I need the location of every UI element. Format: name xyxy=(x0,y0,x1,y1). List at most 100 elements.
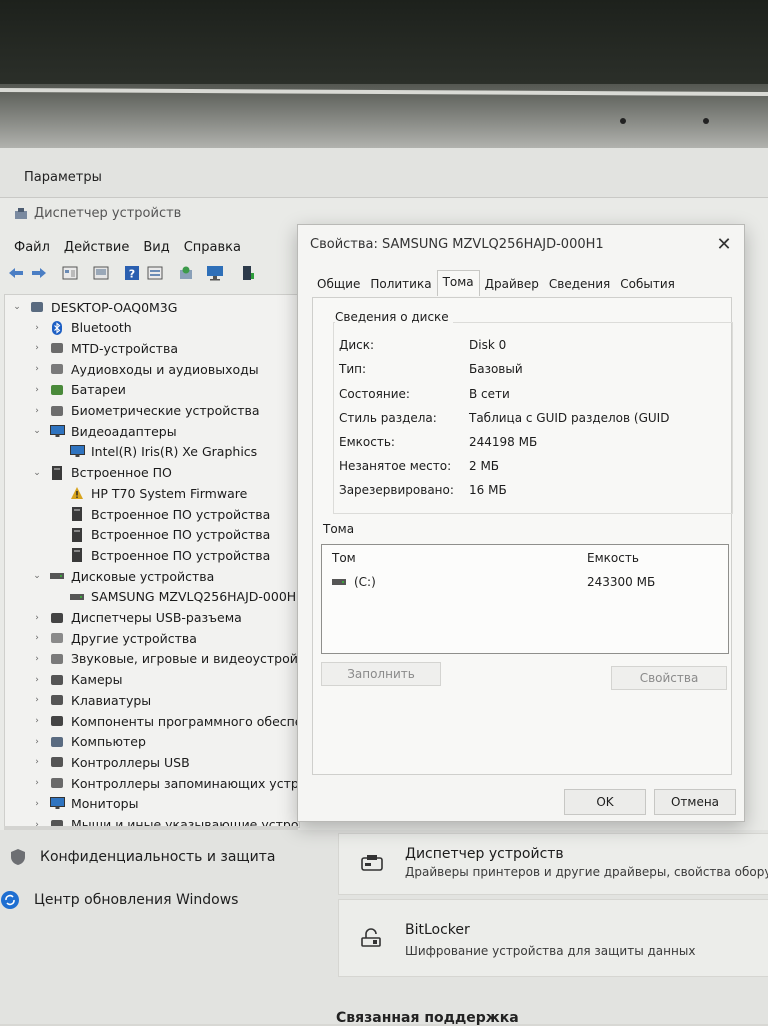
back-icon[interactable] xyxy=(6,264,26,282)
tree-item[interactable]: ⌄ Встроенное ПО xyxy=(31,463,172,483)
tree-item[interactable]: ⌄ Видеоадаптеры xyxy=(31,421,176,441)
tab-policy[interactable]: Политика xyxy=(365,273,436,299)
device-manager-title: Диспетчер устройств xyxy=(34,206,182,221)
tree-item[interactable]: Intel(R) Iris(R) Xe Graphics xyxy=(51,442,257,462)
tree-item[interactable]: › Bluetooth xyxy=(31,318,132,338)
disk-info-row: Стиль раздела: Таблица с GUID разделов (G… xyxy=(339,411,669,425)
bluetooth-icon xyxy=(49,320,65,336)
console-icon[interactable] xyxy=(91,264,111,282)
chevron-right-icon[interactable]: › xyxy=(31,364,43,374)
volumes-panel: Сведения о диске Диск: Disk 0 Тип: Базовый… xyxy=(312,297,733,775)
chevron-right-icon[interactable]: › xyxy=(31,385,43,395)
disk-info-key: Состояние: xyxy=(339,387,410,401)
tree-item[interactable]: › Контроллеры USB xyxy=(31,752,190,772)
disk-info-key: Стиль раздела: xyxy=(339,411,437,425)
volumes-list[interactable]: Том Емкость (C:) 243300 МБ xyxy=(321,544,729,654)
display-adapter-icon xyxy=(69,444,85,460)
monitor-icon[interactable] xyxy=(205,264,225,282)
tree-item[interactable]: › Биометрические устройства xyxy=(31,401,259,421)
volume-row-name[interactable]: (C:) xyxy=(332,575,376,589)
card-device-manager-desc: Драйверы принтеров и другие драйверы, св… xyxy=(405,865,768,879)
tree-item[interactable]: › Мониторы xyxy=(31,794,138,814)
tab-volumes[interactable]: Тома xyxy=(436,270,480,296)
tree-item[interactable]: › Компоненты программного обеспе xyxy=(31,711,299,731)
tab-driver[interactable]: Драйвер xyxy=(480,273,544,299)
nav-windows-update[interactable]: Центр обновления Windows xyxy=(0,890,238,910)
tree-item-label: Камеры xyxy=(71,672,123,688)
driver-icon[interactable] xyxy=(238,264,258,282)
scan-icon[interactable] xyxy=(176,264,196,282)
tree-item-label: Встроенное ПО xyxy=(71,465,172,481)
tree-item[interactable]: Встроенное ПО устройства xyxy=(51,504,270,524)
chevron-right-icon[interactable]: › xyxy=(31,613,43,623)
disk-info-key: Емкость: xyxy=(339,435,395,449)
forward-icon[interactable] xyxy=(29,264,49,282)
chevron-right-icon[interactable]: › xyxy=(31,778,43,788)
disk-info-label: Сведения о диске xyxy=(335,310,453,324)
chevron-right-icon[interactable]: › xyxy=(31,633,43,643)
tree-item[interactable]: HP T70 System Firmware xyxy=(51,483,247,503)
menu-action[interactable]: Действие xyxy=(64,240,129,255)
ok-button[interactable]: OK xyxy=(564,789,646,815)
tree-item[interactable]: › Камеры xyxy=(31,670,122,690)
tree-item[interactable]: › Другие устройства xyxy=(31,628,197,648)
chevron-right-icon[interactable]: › xyxy=(31,406,43,416)
chevron-down-icon[interactable]: ⌄ xyxy=(11,302,23,312)
disk-info-row: Незанятое место: 2 МБ xyxy=(339,459,499,473)
chevron-right-icon[interactable]: › xyxy=(31,716,43,726)
tree-item[interactable]: › Звуковые, игровые и видеоустройст xyxy=(31,649,299,669)
chevron-right-icon[interactable]: › xyxy=(31,323,43,333)
help-icon[interactable]: ? xyxy=(122,264,142,282)
tree-item[interactable]: ⌄ DESKTOP-OAQ0M3G xyxy=(11,297,177,317)
populate-button[interactable]: Заполнить xyxy=(321,662,441,686)
tree-item-label: Аудиовходы и аудиовыходы xyxy=(71,361,259,377)
tree-item-label: Диспетчеры USB-разъема xyxy=(71,610,242,625)
chevron-down-icon[interactable]: ⌄ xyxy=(31,426,43,436)
tree-item[interactable]: › Аудиовходы и аудиовыходы xyxy=(31,359,259,379)
cancel-button[interactable]: Отмена xyxy=(654,789,736,815)
menu-view[interactable]: Вид xyxy=(143,240,169,255)
chevron-down-icon[interactable]: ⌄ xyxy=(31,571,43,581)
properties-icon[interactable] xyxy=(60,264,80,282)
disk-info-value: 244198 МБ xyxy=(469,435,538,449)
chevron-right-icon[interactable]: › xyxy=(31,799,43,809)
close-icon[interactable]: ✕ xyxy=(704,229,744,259)
tree-item[interactable]: › Контроллеры запоминающих устро xyxy=(31,773,299,793)
disk-info-row: Емкость: 244198 МБ xyxy=(339,435,537,449)
chevron-right-icon[interactable]: › xyxy=(31,343,43,353)
volume-properties-button[interactable]: Свойства xyxy=(611,666,727,690)
column-capacity: Емкость xyxy=(587,551,639,565)
chevron-down-icon[interactable]: ⌄ xyxy=(31,468,43,478)
tree-item-label: Контроллеры USB xyxy=(71,754,190,770)
nav-update-label: Центр обновления Windows xyxy=(34,892,239,908)
card-device-manager[interactable]: Диспетчер устройств Драйверы принтеров и… xyxy=(338,833,768,895)
chevron-right-icon[interactable]: › xyxy=(31,654,43,664)
nav-privacy-security[interactable]: Конфиденциальность и защита xyxy=(8,847,275,867)
view-icon[interactable] xyxy=(145,264,165,282)
tree-item[interactable]: › Диспетчеры USB-разъема xyxy=(31,608,242,628)
chevron-right-icon[interactable]: › xyxy=(31,695,43,705)
tree-item[interactable]: › MTD-устройства xyxy=(31,338,178,358)
tab-details[interactable]: Сведения xyxy=(544,273,615,299)
tree-item[interactable]: SAMSUNG MZVLQ256HAJD-000H xyxy=(51,587,296,607)
tree-item[interactable]: Встроенное ПО устройства xyxy=(51,545,270,565)
tree-item-label: HP T70 System Firmware xyxy=(91,485,248,501)
chevron-right-icon[interactable]: › xyxy=(31,675,43,685)
tree-item[interactable]: › Компьютер xyxy=(31,732,146,752)
tree-item[interactable]: › Батареи xyxy=(31,380,126,400)
tree-item[interactable]: Встроенное ПО устройства xyxy=(51,525,270,545)
menu-file[interactable]: Файл xyxy=(14,240,50,255)
disk-info-row: Тип: Базовый xyxy=(339,362,523,376)
tab-events[interactable]: События xyxy=(615,273,680,299)
card-bitlocker[interactable]: BitLocker Шифрование устройства для защи… xyxy=(338,899,768,977)
chevron-right-icon[interactable]: › xyxy=(31,757,43,767)
tree-item[interactable]: › Клавиатуры xyxy=(31,690,151,710)
disk-info-value: Базовый xyxy=(469,362,523,376)
tab-general[interactable]: Общие xyxy=(312,273,365,299)
dialog-tabs: Общие Политика Тома Драйвер Сведения Соб… xyxy=(312,270,680,299)
menu-help[interactable]: Справка xyxy=(184,240,241,255)
firmware-icon xyxy=(69,506,85,522)
tree-item[interactable]: ⌄ Дисковые устройства xyxy=(31,566,214,586)
software-component-icon xyxy=(49,713,65,729)
chevron-right-icon[interactable]: › xyxy=(31,737,43,747)
